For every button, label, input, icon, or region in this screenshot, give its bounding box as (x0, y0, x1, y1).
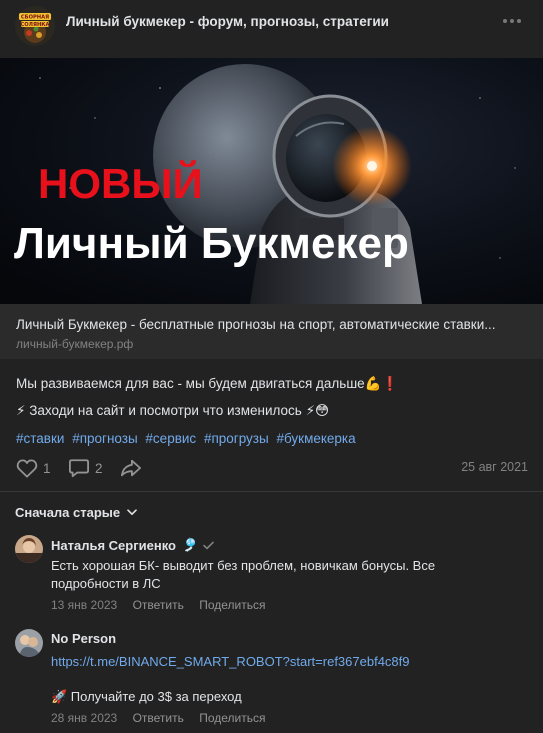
post-text-line: ⚡ Заходи на сайт и посмотри что изменило… (16, 403, 330, 418)
share-button[interactable] (120, 456, 142, 480)
more-options-icon[interactable] (503, 14, 525, 28)
chevron-down-icon (127, 509, 137, 515)
reply-button[interactable]: Ответить (133, 711, 184, 725)
avatar[interactable] (15, 629, 43, 657)
author-name[interactable]: Наталья Сергиенко (51, 538, 176, 553)
comment-author[interactable]: No Person (51, 631, 116, 646)
hashtag-link[interactable]: #прогнозы (72, 431, 137, 446)
hashtag-link[interactable]: #ставки (16, 431, 64, 446)
user-photo (15, 629, 43, 657)
divider (0, 491, 543, 492)
avatar[interactable] (15, 535, 43, 563)
comment-date[interactable]: 13 янв 2023 (51, 598, 117, 612)
author-name[interactable]: No Person (51, 631, 116, 646)
comments-count: 2 (95, 460, 103, 476)
post-text-line: Мы развиваемся для вас - мы будем двигат… (16, 376, 399, 391)
user-photo (15, 535, 43, 563)
author-status-badge: 🎐 (182, 537, 199, 552)
hashtag-link[interactable]: #букмекерка (276, 431, 355, 446)
comment-text: 🚀 Получайте до 3$ за переход (51, 689, 242, 704)
comment-author[interactable]: Наталья Сергиенко 🎐 (51, 537, 214, 553)
post-date[interactable]: 25 авг 2021 (461, 460, 528, 474)
reply-button[interactable]: Ответить (133, 598, 184, 612)
group-avatar-icon: СБОРНАЯ СОЛЯНКА (15, 6, 55, 46)
likes-count: 1 (43, 460, 51, 476)
snippet-domain: личный-букмекер.рф (16, 337, 134, 351)
astronaut-banner: НОВЫЙ Личный Букмекер (0, 58, 543, 304)
banner-headline: НОВЫЙ (38, 159, 203, 207)
group-name[interactable]: Личный букмекер - форум, прогнозы, страт… (66, 14, 389, 29)
comment-icon (69, 459, 89, 478)
group-avatar[interactable]: СБОРНАЯ СОЛЯНКА (15, 6, 55, 46)
link-snippet-card[interactable]: НОВЫЙ Личный Букмекер Личный Букмекер - … (0, 58, 543, 359)
share-comment-button[interactable]: Поделиться (199, 711, 265, 725)
comment-link[interactable]: https://t.me/BINANCE_SMART_ROBOT?start=r… (51, 654, 410, 669)
snippet-image[interactable]: НОВЫЙ Личный Букмекер (0, 58, 543, 304)
comment-meta: 13 янв 2023 Ответить Поделиться (51, 598, 265, 612)
sort-label: Сначала старые (15, 505, 121, 520)
post-actions: 1 2 25 авг 2021 (16, 456, 528, 480)
svg-text:СБОРНАЯ: СБОРНАЯ (21, 15, 49, 21)
wall-post: СБОРНАЯ СОЛЯНКА Личный букмекер - форум,… (0, 0, 543, 733)
like-button[interactable]: 1 (16, 456, 51, 480)
hashtags: #ставки #прогнозы #сервис #прогрузы #бук… (16, 431, 360, 446)
hashtag-link[interactable]: #прогрузы (204, 431, 269, 446)
share-arrow-icon (121, 459, 141, 477)
comment-text: Есть хорошая БК- выводит без проблем, но… (51, 558, 436, 591)
comment-date[interactable]: 28 янв 2023 (51, 711, 117, 725)
share-comment-button[interactable]: Поделиться (199, 598, 265, 612)
post-header: СБОРНАЯ СОЛЯНКА Личный букмекер - форум,… (0, 0, 543, 56)
banner-subheadline: Личный Букмекер (14, 219, 409, 268)
comment-meta: 28 янв 2023 Ответить Поделиться (51, 711, 265, 725)
heart-icon (16, 459, 38, 478)
verified-check-icon (203, 541, 214, 549)
hashtag-link[interactable]: #сервис (145, 431, 196, 446)
comment-button[interactable]: 2 (68, 456, 103, 480)
snippet-title[interactable]: Личный Букмекер - бесплатные прогнозы на… (16, 317, 496, 332)
svg-text:СОЛЯНКА: СОЛЯНКА (20, 22, 49, 28)
comments-sort-dropdown[interactable]: Сначала старые (15, 505, 137, 520)
